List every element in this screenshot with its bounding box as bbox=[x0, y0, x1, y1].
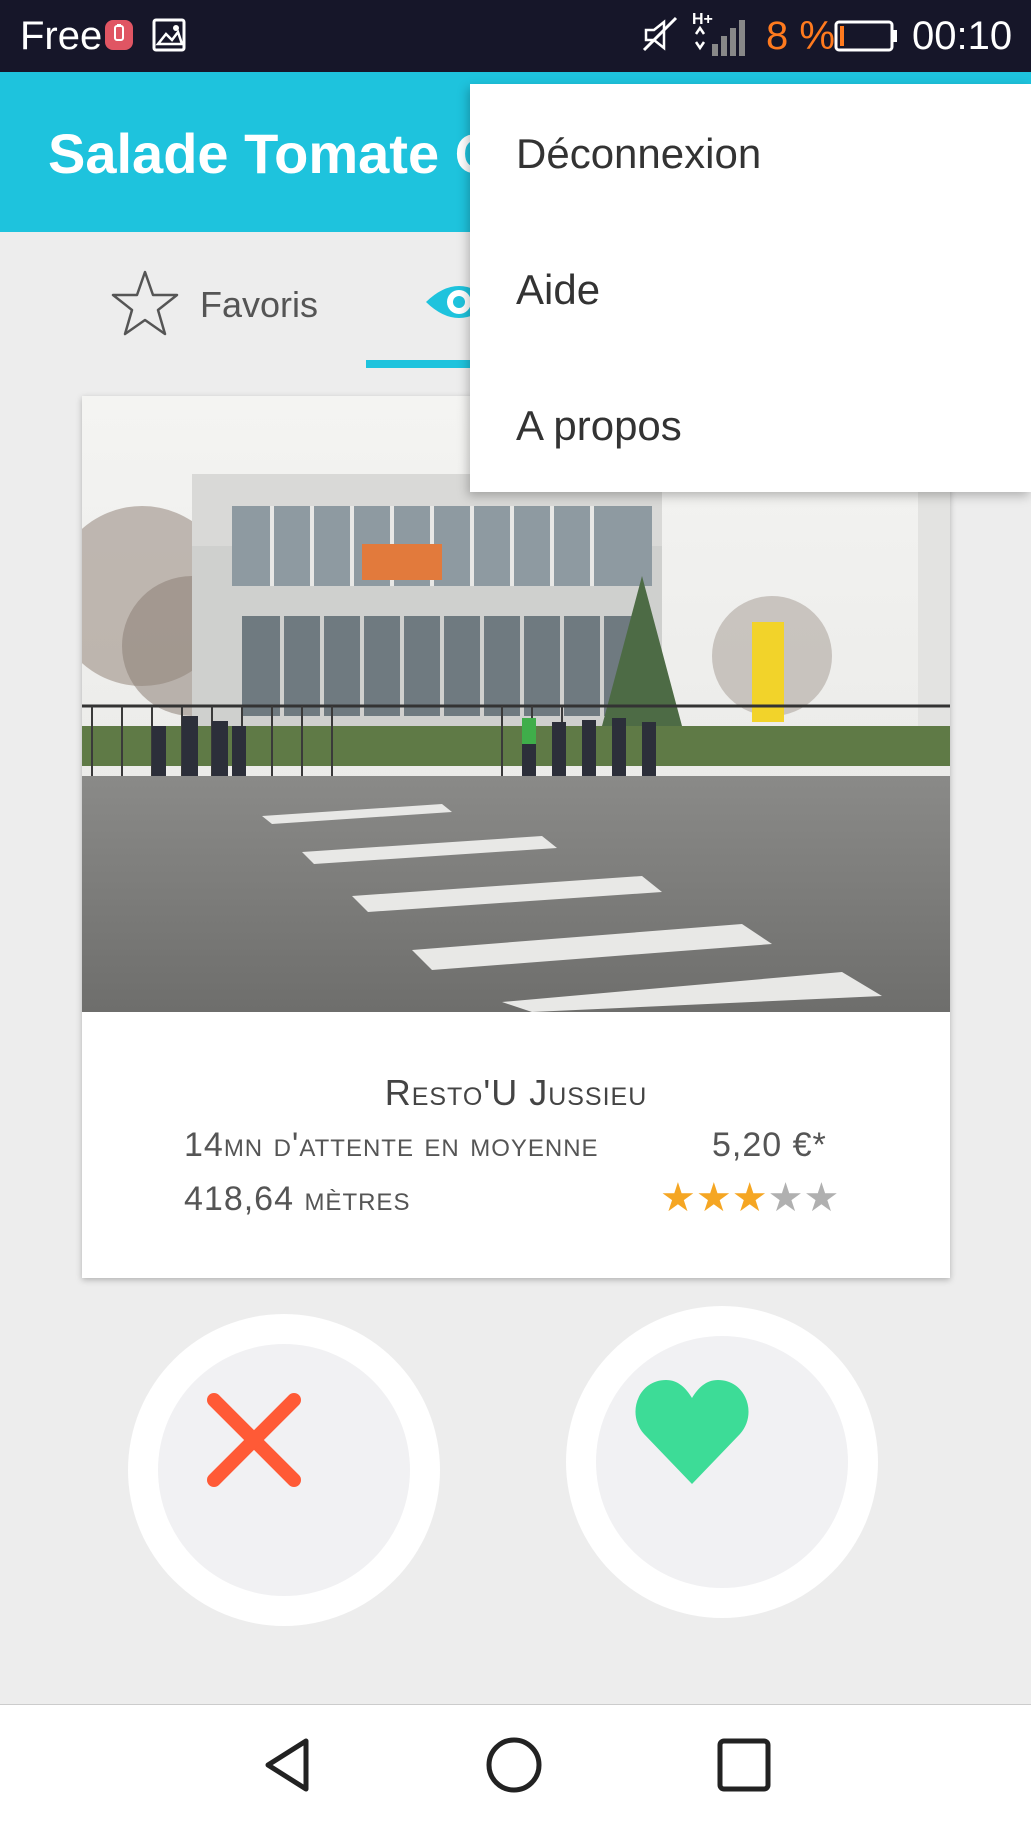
status-bar: Free H+ 8 % 00:10 bbox=[0, 0, 1031, 72]
rating-star-icon: ★ bbox=[731, 1176, 768, 1220]
rating-star-icon: ★ bbox=[767, 1176, 804, 1220]
star-rating: ★★★★★ bbox=[660, 1176, 839, 1220]
restaurant-wait-time: 14mn d'attente en moyenne bbox=[184, 1126, 599, 1164]
signal-hplus-icon: H+ bbox=[692, 11, 745, 56]
like-button[interactable] bbox=[566, 1306, 878, 1618]
restaurant-card[interactable]: Resto'U Jussieu 14mn d'attente en moyenn… bbox=[82, 396, 950, 1278]
battery-icon bbox=[834, 20, 897, 52]
close-icon bbox=[207, 1393, 301, 1487]
tab-indicator bbox=[366, 360, 476, 368]
carrier-name: Free bbox=[20, 14, 103, 58]
recents-icon[interactable] bbox=[714, 1735, 774, 1795]
restaurant-info: Resto'U Jussieu 14mn d'attente en moyenn… bbox=[82, 1012, 950, 1278]
overflow-menu: Déconnexion Aide A propos bbox=[470, 84, 1031, 492]
rating-star-icon: ★ bbox=[695, 1176, 732, 1220]
battery-percent: 8 % bbox=[766, 14, 835, 58]
svg-text:H+: H+ bbox=[692, 11, 713, 28]
restaurant-distance: 418,64 mètres bbox=[184, 1180, 411, 1218]
menu-item-deconnexion[interactable]: Déconnexion bbox=[516, 114, 761, 194]
gallery-notification-icon bbox=[152, 18, 186, 52]
back-icon[interactable] bbox=[258, 1735, 318, 1795]
dislike-button[interactable] bbox=[128, 1314, 440, 1626]
mute-icon bbox=[642, 16, 678, 52]
menu-item-a-propos[interactable]: A propos bbox=[516, 386, 682, 466]
system-nav-bar bbox=[0, 1704, 1031, 1821]
home-icon[interactable] bbox=[484, 1735, 544, 1795]
rating-star-icon: ★ bbox=[803, 1176, 840, 1220]
star-icon bbox=[111, 270, 179, 336]
heart-icon bbox=[635, 1380, 749, 1484]
tab-favoris-label: Favoris bbox=[200, 284, 319, 325]
menu-item-aide[interactable]: Aide bbox=[516, 250, 600, 330]
restaurant-price: 5,20 €* bbox=[712, 1126, 827, 1164]
rating-star-icon: ★ bbox=[660, 1176, 696, 1220]
clock: 00:10 bbox=[912, 14, 1013, 58]
battery-alert-notification-icon bbox=[105, 20, 133, 50]
restaurant-name: Resto'U Jussieu bbox=[384, 1072, 648, 1113]
